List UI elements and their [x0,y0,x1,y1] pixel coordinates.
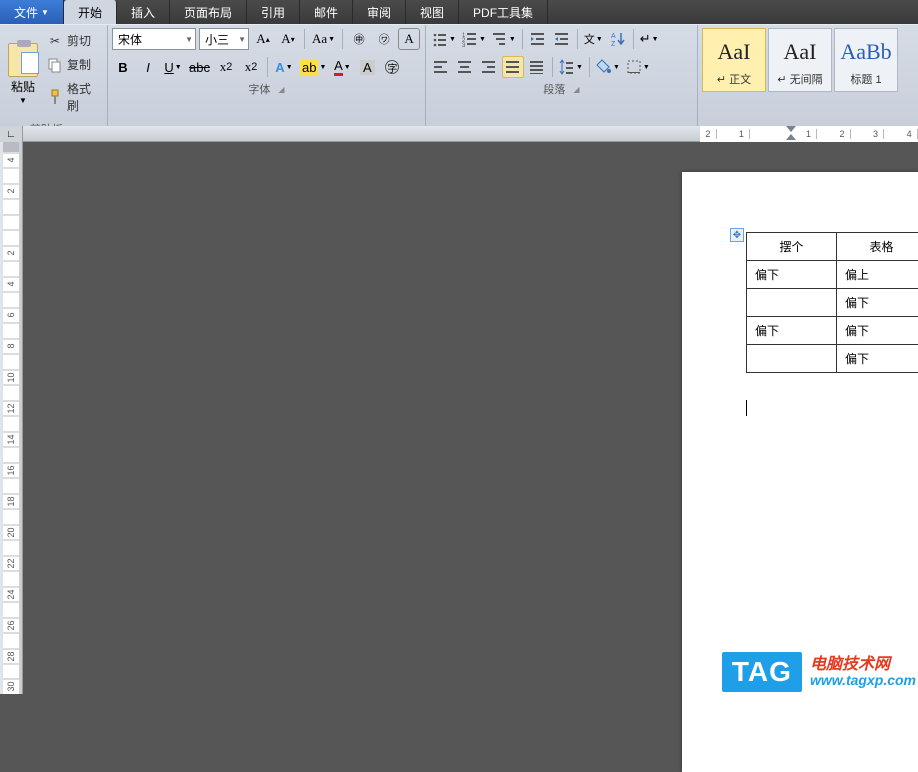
svg-text:Z: Z [611,41,616,47]
text-direction-button[interactable]: 文▼ [582,28,605,50]
tab-bar: 文件▼ 开始 插入 页面布局 引用 邮件 审阅 视图 PDF工具集 [0,0,918,24]
bullets-button[interactable]: ▼ [430,28,458,50]
style-2[interactable]: AaBb标题 1 [834,28,898,92]
show-marks-button[interactable]: ↵▼ [638,28,661,50]
phonetic-guide-button[interactable]: ㊥ [348,28,370,50]
copy-icon [47,57,63,73]
increase-indent-button[interactable] [551,28,573,50]
tab-review[interactable]: 审阅 [353,0,406,24]
sort-button[interactable]: AZ [607,28,629,50]
tab-file[interactable]: 文件▼ [0,0,64,24]
table-cell[interactable]: 偏下 [837,345,918,373]
group-clipboard: 粘贴 ▼ ✂剪切 复制 格式刷 剪贴板◢ [0,25,108,126]
strikethrough-button[interactable]: abc [187,56,212,78]
enclose-button[interactable]: 字 [381,56,403,78]
borders-button[interactable]: ▼ [624,56,652,78]
align-center-button[interactable] [454,56,476,78]
paragraph-launcher-icon[interactable]: ◢ [573,85,579,94]
indent-marker-icon[interactable] [786,126,796,140]
table-cell[interactable]: 偏上 [837,261,918,289]
document-area[interactable]: ✥ 摆个表格偏下偏上偏下偏下偏下偏下 [23,142,918,694]
tab-insert[interactable]: 插入 [117,0,170,24]
tab-home[interactable]: 开始 [64,0,117,24]
grow-font-button[interactable]: A▴ [252,28,274,50]
ruler-horizontal[interactable]: ∟ 211234 [0,126,918,142]
table-cell[interactable]: 偏下 [837,317,918,345]
font-size-combo[interactable]: 小三▼ [199,28,249,50]
enclose-chars-button[interactable]: ㋻ [373,28,395,50]
cut-button[interactable]: ✂剪切 [44,30,103,51]
group-font: 宋体▼ 小三▼ A▴ A▾ Aa▼ ㊥ ㋻ A B I U▼ abc x2 x2… [108,25,426,126]
line-spacing-button[interactable]: ▼ [557,56,585,78]
shrink-font-button[interactable]: A▾ [277,28,299,50]
style-1[interactable]: AaI↵ 无间隔 [768,28,832,92]
group-font-title: 字体 [248,81,270,97]
tab-layout[interactable]: 页面布局 [170,0,247,24]
table-cell[interactable]: 偏下 [747,261,837,289]
copy-button[interactable]: 复制 [44,54,103,75]
text-effects-button[interactable]: A▼ [273,56,295,78]
tab-pdf[interactable]: PDF工具集 [459,0,548,24]
tab-view[interactable]: 视图 [406,0,459,24]
paste-button[interactable]: 粘贴 ▼ [4,28,42,118]
text-cursor [746,400,747,416]
watermark: TAG 电脑技术网 www.tagxp.com [722,652,916,692]
tab-selector-icon[interactable]: ∟ [0,126,23,142]
watermark-tag: TAG [722,652,802,692]
svg-text:A: A [611,33,616,40]
font-name-combo[interactable]: 宋体▼ [112,28,196,50]
char-border-button[interactable]: A [398,28,420,50]
multilevel-list-button[interactable]: ▼ [490,28,518,50]
format-painter-button[interactable]: 格式刷 [44,78,103,116]
group-paragraph-title: 段落 [543,81,565,97]
align-justify-button[interactable] [502,56,524,78]
superscript-button[interactable]: x2 [240,56,262,78]
change-case-button[interactable]: Aa▼ [310,28,337,50]
align-right-button[interactable] [478,56,500,78]
tab-references[interactable]: 引用 [247,0,300,24]
italic-button[interactable]: I [137,56,159,78]
group-paragraph: ▼ 123▼ ▼ 文▼ AZ ↵▼ ▼ ▼ [426,25,698,126]
brush-icon [47,89,63,105]
svg-text:3: 3 [462,43,466,47]
shading-button[interactable]: ▼ [594,56,622,78]
table-cell[interactable] [747,345,837,373]
table-cell[interactable]: 摆个 [747,233,837,261]
table-cell[interactable]: 偏下 [837,289,918,317]
decrease-indent-button[interactable] [527,28,549,50]
table-move-handle-icon[interactable]: ✥ [730,228,744,242]
ribbon: 粘贴 ▼ ✂剪切 复制 格式刷 剪贴板◢ 宋体▼ 小三▼ A▴ A▾ Aa▼ ㊥… [0,24,918,126]
font-color-button[interactable]: A▼ [331,56,353,78]
align-distribute-button[interactable] [526,56,548,78]
scissors-icon: ✂ [47,33,63,49]
table-cell[interactable]: 偏下 [747,317,837,345]
ruler-vertical[interactable]: 4224681012141618202224262830 [0,142,23,694]
font-launcher-icon[interactable]: ◢ [278,85,284,94]
group-styles: AaI↵ 正文AaI↵ 无间隔AaBb标题 1 [698,25,918,126]
table-cell[interactable] [747,289,837,317]
style-0[interactable]: AaI↵ 正文 [702,28,766,92]
align-left-button[interactable] [430,56,452,78]
char-shading-button[interactable]: A [356,56,378,78]
underline-button[interactable]: U▼ [162,56,184,78]
subscript-button[interactable]: x2 [215,56,237,78]
tab-mail[interactable]: 邮件 [300,0,353,24]
paste-icon [8,43,38,77]
bold-button[interactable]: B [112,56,134,78]
numbering-button[interactable]: 123▼ [460,28,488,50]
document-table[interactable]: 摆个表格偏下偏上偏下偏下偏下偏下 [746,232,918,373]
table-cell[interactable]: 表格 [837,233,918,261]
highlight-button[interactable]: ab▼ [298,56,328,78]
